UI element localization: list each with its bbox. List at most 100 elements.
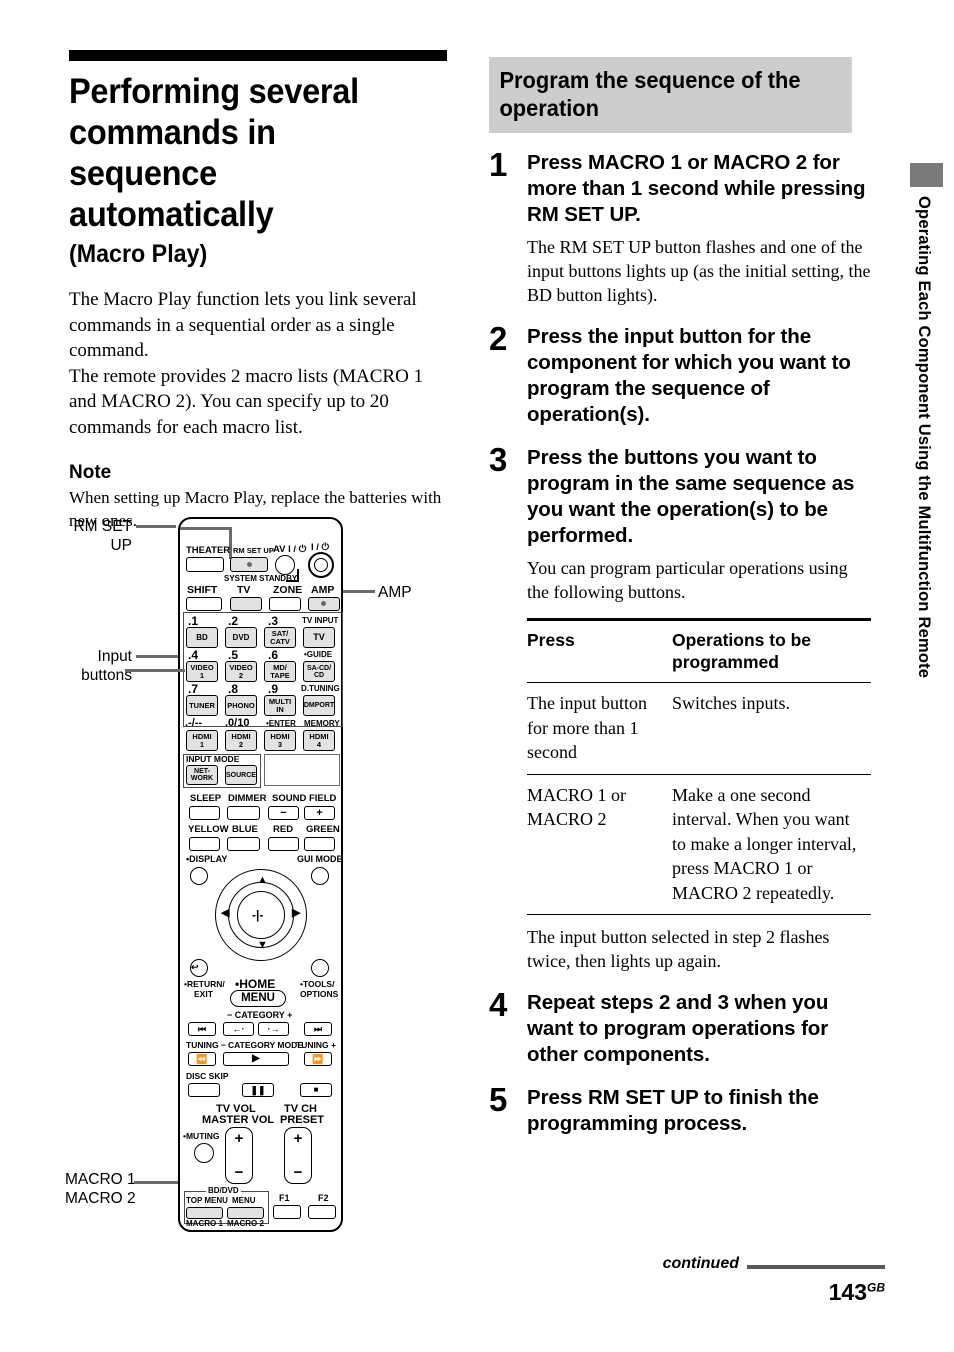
f1-button[interactable]: [273, 1205, 301, 1219]
sleep-button[interactable]: [189, 806, 220, 820]
dvd-button[interactable]: DVD: [225, 627, 257, 648]
remote-control-illustration: THEATER RM SET UP AV I / ⏻ I / ⏻ SYSTEM …: [125, 517, 343, 1232]
dimmer-label: DIMMER: [228, 793, 267, 804]
tuner-button[interactable]: TUNER: [186, 695, 218, 716]
master-vol-label: MASTER VOL: [202, 1114, 275, 1126]
leader-input-buttons: [136, 655, 182, 658]
display-button[interactable]: [190, 867, 208, 885]
pause-button[interactable]: ❚❚: [242, 1083, 274, 1097]
num-7-label: .7: [188, 682, 199, 696]
category-mode-label: CATEGORY MODE: [228, 1040, 303, 1050]
f2-button[interactable]: [308, 1205, 336, 1219]
master-volume-rocker[interactable]: + −: [225, 1127, 253, 1184]
md-tape-button[interactable]: MD/ TAPE: [264, 661, 296, 682]
sound-field-minus-button[interactable]: −: [268, 806, 299, 820]
section-heading: Program the sequence of the operation: [489, 57, 852, 133]
return-arrow-icon: ↩: [191, 962, 199, 972]
tv-mode-button[interactable]: [230, 597, 262, 611]
home-menu-button[interactable]: MENU: [230, 990, 286, 1007]
source-button[interactable]: SOURCE: [225, 765, 257, 785]
network-button[interactable]: NET- WORK: [186, 765, 218, 785]
tools-options-label-1: •TOOLS/: [300, 979, 335, 989]
multi-in-button[interactable]: MULTI IN: [264, 695, 296, 716]
green-button[interactable]: [304, 837, 335, 851]
prev-track-button[interactable]: ⏮: [188, 1022, 216, 1036]
tools-options-button[interactable]: [311, 959, 329, 977]
home-label: •HOME: [235, 977, 276, 991]
d-tuning-label: D.TUNING: [301, 684, 340, 693]
dmport-button[interactable]: DMPORT: [303, 695, 335, 716]
step-3: 3 Press the buttons you want to program …: [489, 441, 871, 604]
input-mode-label: INPUT MODE: [186, 754, 240, 764]
num-9-label: .9: [268, 682, 279, 696]
disc-skip-button[interactable]: [188, 1083, 220, 1097]
step-2: 2 Press the input button for the compone…: [489, 322, 871, 428]
channel-up[interactable]: +: [294, 1131, 303, 1146]
hdmi-1-button[interactable]: HDMI 1: [186, 730, 218, 751]
tuning-plus-label: TUNING +: [296, 1040, 336, 1050]
category-plus-button[interactable]: ·→: [258, 1022, 289, 1036]
video-1-button[interactable]: VIDEO 1: [186, 661, 218, 682]
shift-button[interactable]: [186, 597, 222, 611]
phono-button[interactable]: PHONO: [225, 695, 257, 716]
stop-button[interactable]: ■: [300, 1083, 332, 1097]
step-3-number: 3: [489, 441, 507, 478]
muting-button[interactable]: [194, 1143, 214, 1163]
menu-macro2-button[interactable]: [227, 1207, 264, 1219]
red-button[interactable]: [268, 837, 299, 851]
channel-preset-rocker[interactable]: + −: [284, 1127, 312, 1184]
cell-operation-2: Make a one second interval. When you wan…: [672, 774, 871, 915]
page-number: 143GB: [828, 1279, 885, 1305]
chapter-tab-marker: [910, 163, 943, 187]
fast-forward-button[interactable]: ⏩: [304, 1052, 332, 1066]
table-header-row: Press Operations to be programmed: [527, 618, 871, 683]
sound-field-plus-button[interactable]: +: [304, 806, 335, 820]
shift-label: SHIFT: [187, 584, 218, 596]
tools-options-label-2: OPTIONS: [300, 989, 339, 999]
rewind-button[interactable]: ⏪: [188, 1052, 216, 1066]
enter-label: •ENTER: [266, 719, 296, 728]
next-track-button[interactable]: ⏭: [304, 1022, 332, 1036]
gui-mode-button[interactable]: [311, 867, 329, 885]
page-title: Performing several commands in sequence …: [69, 72, 359, 234]
dimmer-button[interactable]: [227, 806, 260, 820]
arrow-down-icon[interactable]: ▼: [257, 940, 268, 951]
video-2-button[interactable]: VIDEO 2: [225, 661, 257, 682]
hdmi-4-button[interactable]: HDMI 4: [303, 730, 335, 751]
top-menu-macro1-button[interactable]: [186, 1207, 223, 1219]
table-row: The input button for more than 1 second …: [527, 682, 871, 775]
num-6-label: .6: [268, 648, 279, 662]
sa-cd-cd-button[interactable]: SA-CD/ CD: [303, 661, 335, 682]
channel-down[interactable]: −: [294, 1165, 303, 1180]
av-power-button[interactable]: [275, 555, 295, 575]
arrow-right-icon[interactable]: ▶: [292, 908, 300, 919]
table-row: MACRO 1 or MACRO 2 Make a one second int…: [527, 774, 871, 915]
yellow-button[interactable]: [189, 837, 220, 851]
footer-rule: [747, 1265, 885, 1269]
volume-up[interactable]: +: [235, 1131, 244, 1146]
guide-label: •GUIDE: [304, 650, 333, 659]
zone-button[interactable]: [269, 597, 301, 611]
return-exit-label-1: •RETURN/: [184, 979, 225, 989]
category-minus-button[interactable]: ←·: [223, 1022, 254, 1036]
play-button[interactable]: ▶: [223, 1052, 289, 1066]
gui-mode-label: GUI MODE: [297, 854, 343, 864]
chapter-tab-label: Operating Each Component Using the Multi…: [915, 196, 933, 679]
leader-rm-set-up: [136, 525, 176, 528]
arrow-up-icon[interactable]: ▲: [257, 875, 268, 886]
tv-input-button[interactable]: TV: [303, 627, 335, 648]
hdmi-2-button[interactable]: HDMI 2: [225, 730, 257, 751]
title-rule: [69, 50, 447, 61]
arrow-left-icon[interactable]: ◀: [221, 908, 229, 919]
bd-button[interactable]: BD: [186, 627, 218, 648]
category-label: − CATEGORY +: [227, 1010, 293, 1020]
num-5-label: .5: [228, 648, 239, 662]
hdmi-3-button[interactable]: HDMI 3: [264, 730, 296, 751]
step-1: 1 Press MACRO 1 or MACRO 2 for more than…: [489, 148, 871, 307]
step-5-number: 5: [489, 1081, 507, 1118]
theater-button[interactable]: [186, 557, 224, 572]
blue-button[interactable]: [227, 837, 260, 851]
f1-label: F1: [279, 1193, 290, 1203]
volume-down[interactable]: −: [235, 1165, 244, 1180]
sat-catv-button[interactable]: SAT/ CATV: [264, 627, 296, 648]
